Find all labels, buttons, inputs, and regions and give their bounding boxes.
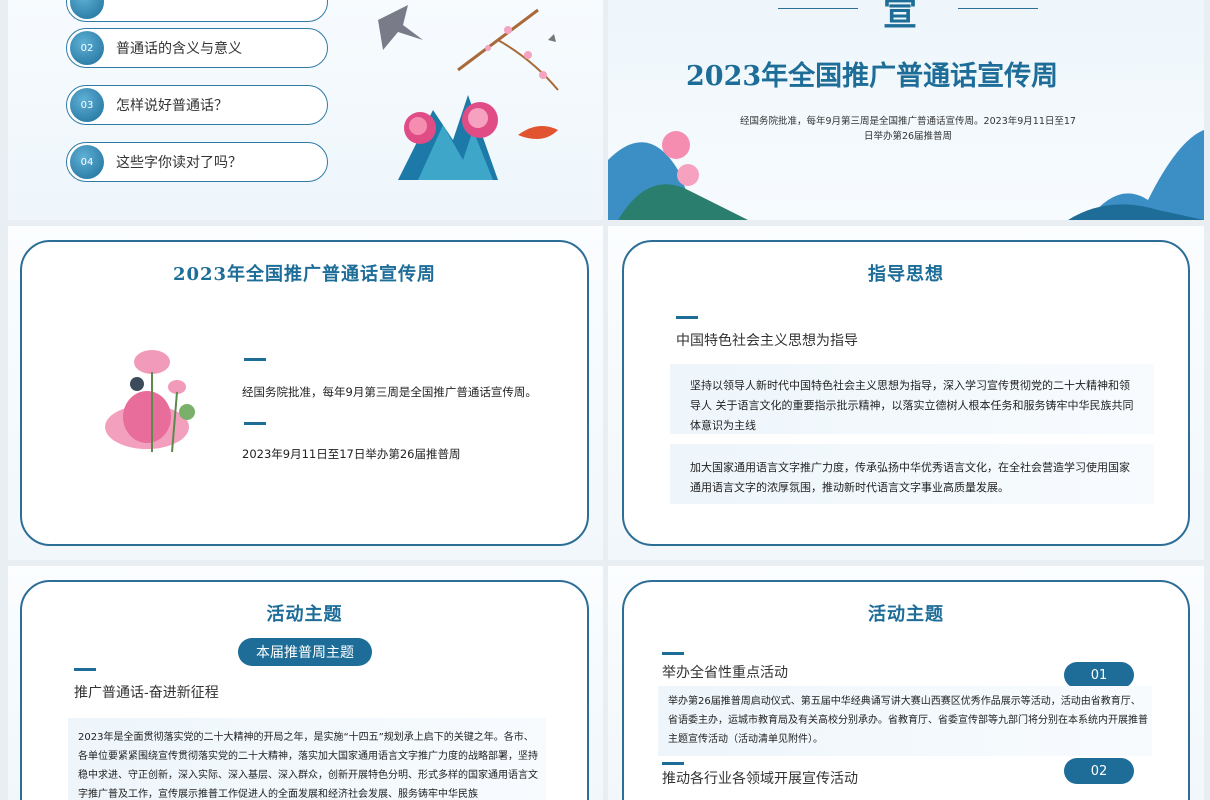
week-title: 2023年全国推广普通话宣传周 — [172, 264, 437, 285]
theme-card-2: 活动主题 举办全省性重点活动 01 举办第26届推普周启动仪式、第五届中华经典诵… — [622, 580, 1190, 800]
agenda-number — [70, 0, 104, 19]
divider — [74, 668, 96, 671]
agenda-item-01[interactable] — [66, 0, 328, 22]
guide-card: 指导思想 中国特色社会主义思想为指导 坚持以领导人新时代中国特色社会主义思想为指… — [622, 240, 1190, 546]
theme-paragraph: 2023年是全面贯彻落实党的二十大精神的开局之年，是实施“十四五”规划承上启下的… — [78, 732, 538, 800]
theme-title: 活动主题 — [868, 604, 944, 625]
divider — [676, 316, 698, 319]
guide-paragraph-1: 坚持以领导人新时代中国特色社会主义思想为指导，深入学习宣传贯彻党的二十大精神和领… — [690, 379, 1134, 432]
week-card: 2023年全国推广普通话宣传周 经国务院批准，每年9月第三周是全国推广普通话宣传… — [20, 240, 589, 546]
cover-description: 经国务院批准，每年9月第三周是全国推广普通话宣传周。2023年9月11日至17日… — [740, 116, 1076, 142]
theme-slide-1: 活动主题 本届推普周主题 推广普通话-奋进新征程 2023年是全面贯彻落实党的二… — [8, 566, 603, 800]
theme-card-1: 活动主题 本届推普周主题 推广普通话-奋进新征程 2023年是全面贯彻落实党的二… — [20, 580, 589, 800]
activity-1-title: 举办全省性重点活动 — [662, 665, 788, 681]
right-wave-illustration — [1068, 130, 1204, 220]
week-line-2: 2023年9月11日至17日举办第26届推普周 — [242, 447, 461, 461]
divider — [662, 762, 684, 765]
agenda-label: 普通话的含义与意义 — [116, 41, 242, 57]
theme-slide-2: 活动主题 举办全省性重点活动 01 举办第26届推普周启动仪式、第五届中华经典诵… — [608, 566, 1204, 800]
guide-subtitle: 中国特色社会主义思想为指导 — [676, 333, 858, 349]
activity-2-number: 02 — [1064, 758, 1134, 784]
activity-2-title: 推动各行业各领域开展宣传活动 — [662, 771, 858, 787]
theme-subtitle: 推广普通话-奋进新征程 — [74, 685, 219, 701]
agenda-number: 04 — [70, 145, 104, 179]
guide-slide: 指导思想 中国特色社会主义思想为指导 坚持以领导人新时代中国特色社会主义思想为指… — [608, 226, 1204, 560]
week-line-1: 经国务院批准，每年9月第三周是全国推广普通话宣传周。 — [242, 385, 537, 399]
cover-title: 2023年全国推广普通话宣传周 — [686, 61, 1059, 92]
mountain-flower-illustration — [378, 5, 559, 180]
cover-slide: 宣 2023年全国推广普通话宣传周 经国务院批准，每年9月第三周是全国推广普通话… — [608, 0, 1204, 220]
lotus-illustration — [105, 350, 195, 453]
left-wave-illustration — [608, 131, 748, 220]
guide-paragraph-2: 加大国家通用语言文字推广力度，传承弘扬中华优秀语言文化，在全社会营造学习使用国家… — [690, 461, 1130, 494]
agenda-label: 这些字你读对了吗？ — [116, 155, 242, 171]
agenda-item-02[interactable]: 02 普通话的含义与意义 — [66, 28, 328, 68]
divider — [662, 652, 684, 655]
theme-title: 活动主题 — [266, 604, 343, 625]
divider — [244, 358, 266, 361]
activity-1-text: 举办第26届推普周启动仪式、第五届中华经典诵写讲大赛山西赛区优秀作品展示等活动，… — [668, 696, 1148, 745]
agenda-slide: 02 普通话的含义与意义 03 怎样说好普通话？ 04 这些字你读对了吗？ — [8, 0, 603, 220]
agenda-item-04[interactable]: 04 这些字你读对了吗？ — [66, 142, 328, 182]
divider — [244, 422, 266, 425]
agenda-number: 02 — [70, 31, 104, 65]
cover-char: 宣 — [883, 0, 917, 34]
week-slide: 2023年全国推广普通话宣传周 经国务院批准，每年9月第三周是全国推广普通话宣传… — [8, 226, 603, 560]
guide-title: 指导思想 — [868, 264, 944, 285]
agenda-label: 怎样说好普通话？ — [116, 98, 228, 114]
agenda-number: 03 — [70, 88, 104, 122]
theme-badge: 本届推普周主题 — [238, 638, 372, 666]
agenda-item-03[interactable]: 03 怎样说好普通话？ — [66, 85, 328, 125]
activity-1-number: 01 — [1064, 662, 1134, 688]
